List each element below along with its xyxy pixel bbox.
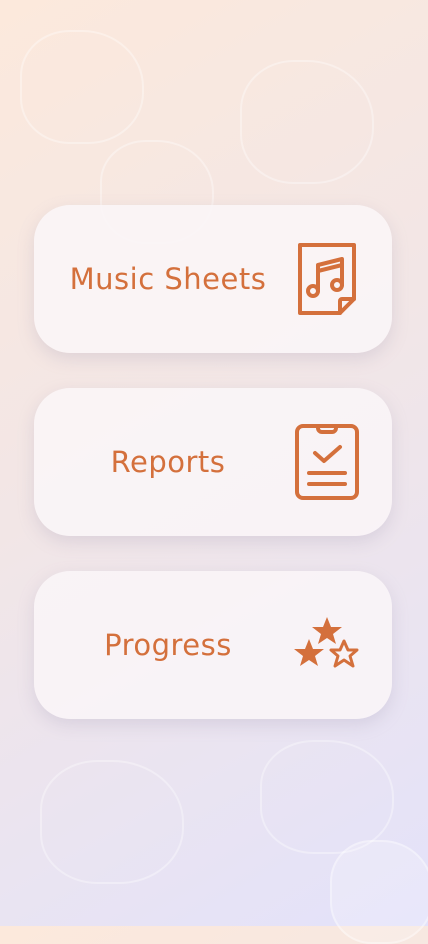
clipboard-check-icon — [292, 422, 362, 502]
stars-icon — [292, 605, 362, 685]
background-decoration — [260, 740, 394, 854]
progress-button[interactable]: Progress — [34, 571, 392, 719]
reports-button[interactable]: Reports — [34, 388, 392, 536]
reports-label: Reports — [110, 445, 226, 479]
background-decoration — [240, 60, 374, 184]
music-sheet-icon — [292, 239, 362, 319]
background-decoration — [40, 760, 184, 884]
background-decoration — [20, 30, 144, 144]
music-sheets-button[interactable]: Music Sheets — [34, 205, 392, 353]
progress-label: Progress — [104, 628, 232, 662]
music-sheets-label: Music Sheets — [69, 262, 267, 296]
background-decoration — [330, 840, 428, 944]
